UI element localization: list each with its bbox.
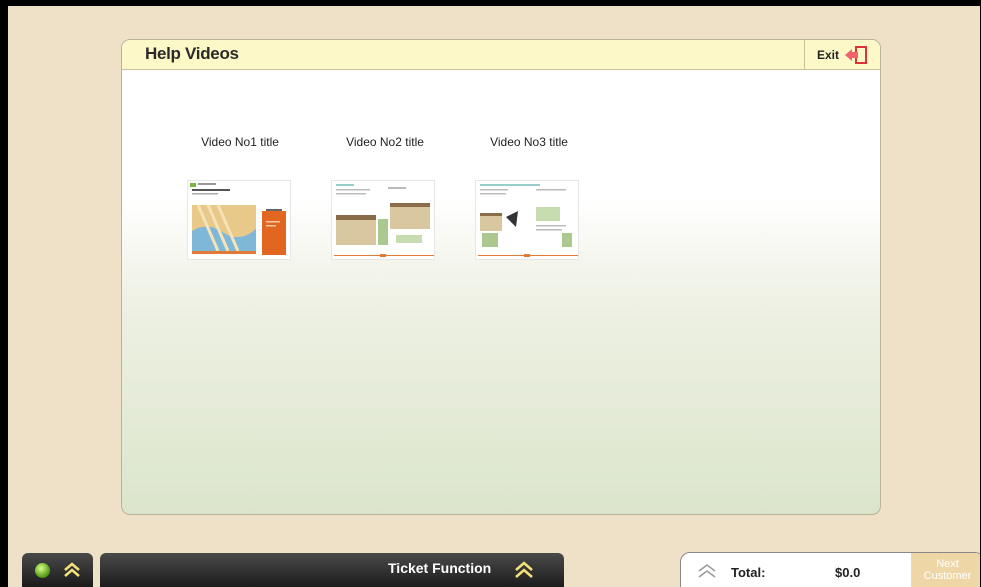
video-item-3[interactable]: Video No3 title bbox=[469, 135, 589, 149]
status-panel[interactable] bbox=[22, 553, 93, 587]
exit-label: Exit bbox=[816, 48, 839, 62]
video-thumbnail-2[interactable] bbox=[331, 180, 435, 260]
next-customer-button[interactable]: Next Customer bbox=[911, 553, 980, 587]
video-title: Video No1 title bbox=[201, 135, 279, 149]
video-title: Video No3 title bbox=[490, 135, 568, 149]
document-preview-icon bbox=[478, 184, 578, 257]
status-green-icon bbox=[34, 562, 50, 578]
total-label: Total: bbox=[731, 565, 766, 580]
dialog-title: Help Videos bbox=[145, 44, 239, 63]
total-panel: Total: $0.0 Next Customer bbox=[680, 552, 980, 587]
help-videos-dialog: Help Videos Exit Video No1 title Video N… bbox=[121, 39, 881, 515]
ticket-function-label: Ticket Function bbox=[388, 560, 492, 576]
exit-door-icon bbox=[845, 46, 867, 64]
video-title: Video No2 title bbox=[346, 135, 424, 149]
exit-button[interactable]: Exit bbox=[804, 40, 880, 70]
video-thumbnail-3[interactable] bbox=[475, 180, 579, 260]
video-item-1[interactable]: Video No1 title bbox=[180, 135, 300, 149]
double-chevron-up-icon bbox=[515, 561, 533, 578]
next-customer-label-line1: Next bbox=[936, 558, 959, 570]
dialog-header: Help Videos Exit bbox=[122, 40, 880, 70]
double-chevron-up-icon[interactable] bbox=[697, 563, 717, 579]
ticket-function-bar[interactable]: Ticket Function bbox=[100, 553, 564, 587]
next-customer-label-line2: Customer bbox=[923, 570, 972, 582]
video-item-2[interactable]: Video No2 title bbox=[325, 135, 445, 149]
document-preview-icon bbox=[334, 184, 434, 257]
document-preview-icon bbox=[190, 183, 286, 255]
total-value: $0.0 bbox=[835, 565, 861, 580]
app-screen: Help Videos Exit Video No1 title Video N… bbox=[8, 6, 980, 587]
double-chevron-up-icon bbox=[63, 562, 80, 577]
video-thumbnail-1[interactable] bbox=[187, 180, 291, 260]
